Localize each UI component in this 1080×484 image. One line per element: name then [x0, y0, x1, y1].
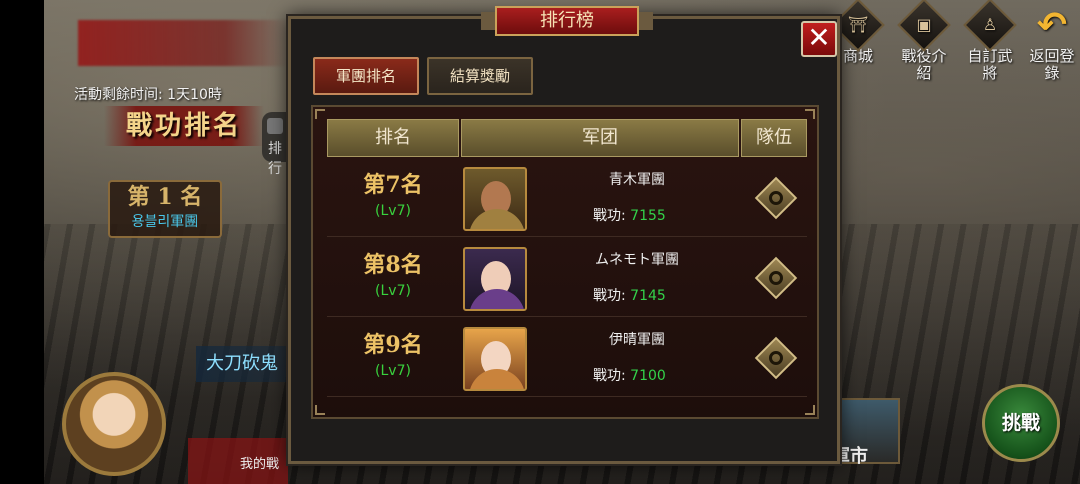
column-header-rank: 排名: [327, 119, 459, 157]
row-level: (Lv7): [375, 363, 411, 379]
table-row: 第7名 (Lv7) 青木軍團 戰功: 7155: [327, 159, 807, 237]
return-icon: ↶: [1036, 5, 1068, 46]
tab-settlement-rewards[interactable]: 結算獎勵: [427, 57, 533, 95]
merit-score: 戰功: 7145: [593, 285, 666, 305]
tab-legion-ranking[interactable]: 軍團排名: [313, 57, 419, 95]
ranking-list: 排名 军团 隊伍 第7名 (Lv7) 青木軍團 戰功: 7155 第8名 (Lv…: [311, 105, 819, 419]
legion-name: ムネモト軍團: [595, 252, 679, 268]
general-name-label: 大刀砍鬼: [196, 346, 288, 382]
row-rank: 第9名: [363, 332, 423, 358]
modal-title: 排行榜: [481, 6, 653, 36]
merit-value: 7155: [630, 208, 666, 224]
merit-label: 戰功:: [593, 288, 626, 304]
merit-label: 戰功:: [593, 368, 626, 384]
magnifier-icon: [769, 271, 783, 285]
magnifier-icon: [769, 351, 783, 365]
row-rank: 第7名: [363, 172, 423, 198]
battle-intro-label: 戰役介紹: [901, 47, 947, 82]
ranking-side-tab[interactable]: 排行: [262, 112, 288, 177]
ranking-modal: 排行榜 ✕ 軍團排名 結算獎勵 排名 军团 隊伍 第7名 (Lv7) 青木軍團 …: [288, 6, 840, 464]
merit-score: 戰功: 7100: [593, 365, 666, 385]
custom-general-button[interactable]: ♙ 自訂武將: [962, 0, 1018, 82]
player-avatar[interactable]: [62, 372, 166, 476]
row-rank: 第8名: [363, 252, 423, 278]
battle-intro-icon: ▣: [897, 0, 951, 52]
legion-leader-portrait: [463, 327, 527, 391]
column-header-legion: 军团: [461, 119, 739, 157]
portrait-body: [469, 209, 525, 229]
merit-ranking-title: 戰功排名: [104, 106, 264, 146]
magnifier-icon: [769, 191, 783, 205]
custom-general-label: 自訂武將: [967, 47, 1013, 82]
column-header-team: 隊伍: [741, 119, 807, 157]
table-row: 第9名 (Lv7) 伊晴軍團 戰功: 7100: [327, 319, 807, 397]
return-login-button[interactable]: ↶ 返回登錄: [1024, 6, 1080, 82]
table-row: 第8名 (Lv7) ムネモト軍團 戰功: 7145: [327, 239, 807, 317]
frame-corner: [805, 405, 815, 415]
my-battle-text: 我的戰: [188, 438, 288, 484]
legion-leader-portrait: [463, 247, 527, 311]
left-black-bar: [0, 0, 44, 484]
event-banner: [78, 20, 288, 66]
legion-leader-portrait: [463, 167, 527, 231]
merit-score: 戰功: 7155: [593, 205, 666, 225]
view-team-button[interactable]: [754, 176, 798, 220]
view-team-button[interactable]: [754, 256, 798, 300]
return-login-label: 返回登錄: [1029, 47, 1075, 82]
challenge-button[interactable]: 挑戰: [982, 384, 1060, 462]
legion-name: 青木軍團: [609, 172, 665, 188]
frame-corner: [805, 109, 815, 119]
frame-corner: [315, 109, 325, 119]
first-place-card: 第 1 名 용블리軍團: [108, 180, 222, 238]
merit-value: 7145: [630, 288, 666, 304]
frame-corner: [315, 405, 325, 415]
first-place-legion: 용블리軍團: [131, 214, 199, 230]
view-team-button[interactable]: [754, 336, 798, 380]
general-icon: ♙: [963, 0, 1017, 52]
legion-name: 伊晴軍團: [609, 332, 665, 348]
battle-intro-button[interactable]: ▣ 戰役介紹: [896, 0, 952, 82]
merit-label: 戰功:: [593, 208, 626, 224]
ranking-icon: [267, 118, 283, 134]
portrait-body: [469, 289, 525, 309]
ranking-side-tab-label: 排行: [268, 141, 282, 177]
close-icon[interactable]: ✕: [801, 21, 837, 57]
first-place-rank: 第 1 名: [127, 184, 203, 210]
row-level: (Lv7): [375, 203, 411, 219]
event-timer: 活動剩餘时间: 1天10時: [74, 87, 222, 103]
row-level: (Lv7): [375, 283, 411, 299]
merit-value: 7100: [630, 368, 666, 384]
portrait-body: [469, 369, 525, 389]
